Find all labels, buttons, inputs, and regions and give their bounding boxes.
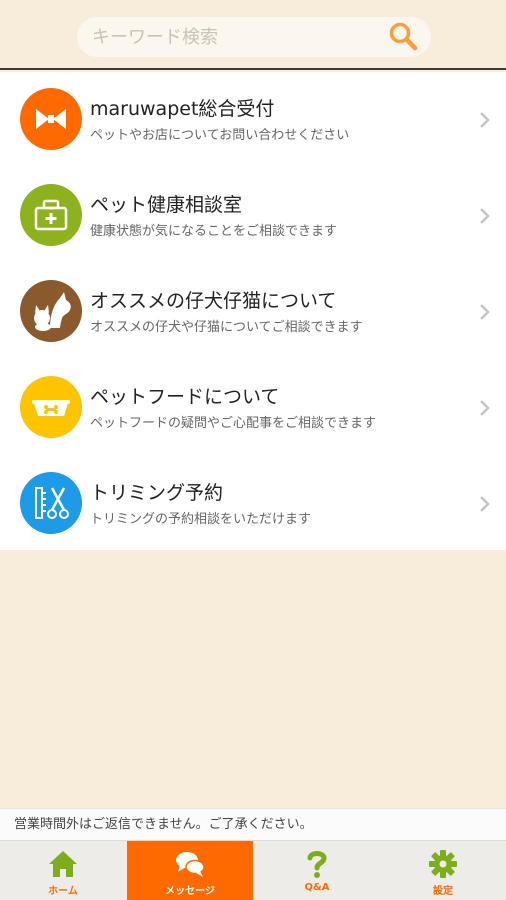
tab-settings[interactable]: 設定 <box>380 841 506 900</box>
list-item-subtitle: オススメの仔犬や仔猫についてご相談できます <box>90 320 363 335</box>
consultation-list: maruwapet総合受付 ペットやお店についてお問い合わせください ペット健康… <box>0 72 506 550</box>
chat-bubbles-icon <box>176 852 205 877</box>
tab-home[interactable]: ホーム <box>0 841 126 900</box>
list-item-title: maruwapet総合受付 <box>90 98 275 120</box>
list-item-subtitle: ペットやお店についてお問い合わせください <box>90 128 350 143</box>
tab-label: Q&A <box>304 882 330 893</box>
app-screen: maruwapet総合受付 ペットやお店についてお問い合わせください ペット健康… <box>0 0 506 900</box>
list-item-trimming-reservation[interactable]: トリミング予約 トリミングの予約相談をいただけます <box>0 456 506 552</box>
list-item-general-reception[interactable]: maruwapet総合受付 ペットやお店についてお問い合わせください <box>0 72 506 168</box>
gear-icon <box>429 850 457 878</box>
tab-label: 設定 <box>433 886 453 897</box>
list-item-title: ペットフードについて <box>90 386 280 408</box>
header <box>0 0 506 70</box>
medical-kit-icon <box>20 184 82 246</box>
chevron-right-icon <box>480 400 490 416</box>
tab-label: メッセージ <box>165 886 215 897</box>
list-item-title: オススメの仔犬仔猫について <box>90 290 337 312</box>
dog-cat-icon <box>20 280 82 342</box>
business-hours-notice: 営業時間外はご返信できません。ご了承ください。 <box>0 808 506 840</box>
bowtie-icon <box>20 88 82 150</box>
home-icon <box>49 851 77 877</box>
tab-message[interactable]: メッセージ <box>127 841 253 900</box>
tab-qa[interactable]: Q&A <box>254 841 380 900</box>
chevron-right-icon <box>480 496 490 512</box>
list-item-health-consultation[interactable]: ペット健康相談室 健康状態が気になることをご相談できます <box>0 168 506 264</box>
chevron-right-icon <box>480 112 490 128</box>
list-item-title: ペット健康相談室 <box>90 194 243 216</box>
list-item-subtitle: 健康状態が気になることをご相談できます <box>90 224 338 239</box>
tab-bar: ホーム メッセージ Q&A 設定 <box>0 840 506 900</box>
chevron-right-icon <box>480 304 490 320</box>
list-item-pet-food[interactable]: ペットフードについて ペットフードの疑問やご心配事をご相談できます <box>0 360 506 456</box>
search-input[interactable] <box>92 17 372 57</box>
search-icon[interactable] <box>388 21 418 51</box>
tab-label: ホーム <box>48 886 78 897</box>
list-item-title: トリミング予約 <box>90 482 224 504</box>
pet-bowl-icon <box>20 376 82 438</box>
list-item-puppies-kittens[interactable]: オススメの仔犬仔猫について オススメの仔犬や仔猫についてご相談できます <box>0 264 506 360</box>
question-mark-icon <box>307 851 327 878</box>
list-item-subtitle: ペットフードの疑問やご心配事をご相談できます <box>90 416 377 431</box>
list-item-subtitle: トリミングの予約相談をいただけます <box>90 512 312 527</box>
scissors-comb-icon <box>20 472 82 534</box>
search-bar[interactable] <box>77 17 431 57</box>
chevron-right-icon <box>480 208 490 224</box>
